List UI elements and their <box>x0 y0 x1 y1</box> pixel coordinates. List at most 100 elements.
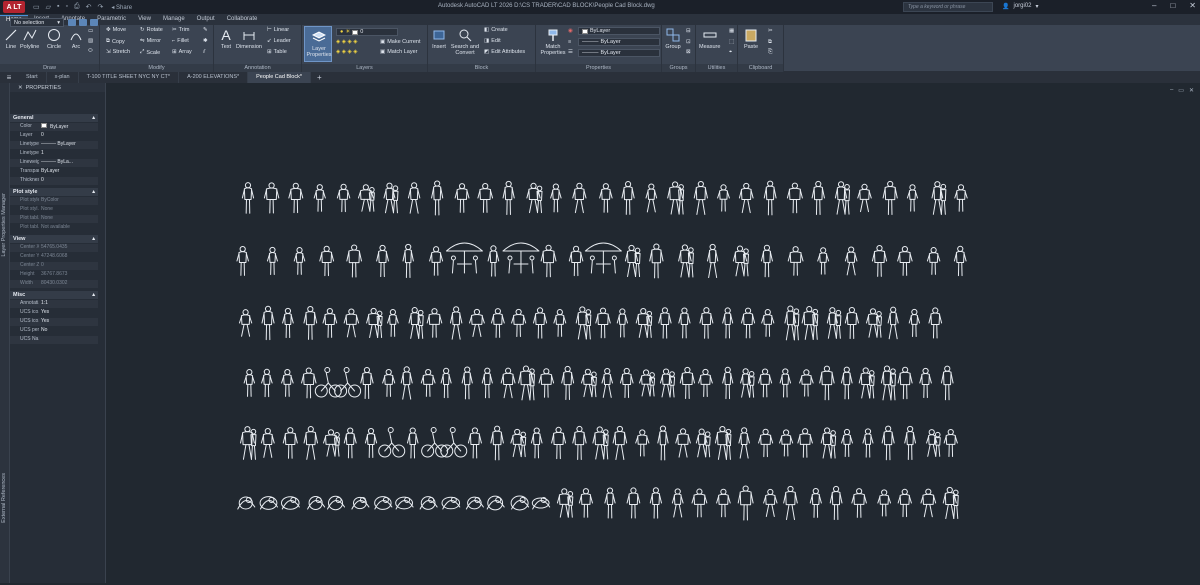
property-row[interactable]: Linetype...1 <box>10 150 98 158</box>
person-block[interactable] <box>240 426 257 460</box>
tab-view[interactable]: View <box>132 15 157 25</box>
fillet-button[interactable]: ⌐ Fillet <box>172 38 189 44</box>
person-block[interactable] <box>758 428 774 458</box>
person-block[interactable] <box>592 426 609 460</box>
table-button[interactable]: ⊞ Table <box>267 49 287 55</box>
person-block[interactable] <box>382 368 396 397</box>
scale-button[interactable]: ⤢ Scale <box>140 49 160 56</box>
person-block[interactable] <box>801 306 819 340</box>
close-icon[interactable]: ✕ <box>1189 87 1194 94</box>
select-all-icon[interactable]: ⬚ <box>729 39 734 45</box>
person-block[interactable] <box>760 244 773 278</box>
edit-block-button[interactable]: ◨ Edit <box>484 38 501 44</box>
property-row[interactable]: Plot styl...None <box>10 206 98 214</box>
person-block[interactable] <box>844 246 858 276</box>
person-block[interactable] <box>572 425 587 460</box>
person-block[interactable] <box>841 428 853 457</box>
person-block[interactable] <box>584 242 622 274</box>
create-block-button[interactable]: ◧ Create <box>484 27 508 33</box>
person-block[interactable] <box>758 368 773 398</box>
line-button[interactable]: Line <box>3 27 19 50</box>
person-block[interactable] <box>487 245 500 277</box>
match-properties-button[interactable]: Match Properties <box>540 27 566 56</box>
person-block[interactable] <box>288 182 304 214</box>
person-block[interactable] <box>578 488 593 518</box>
explode-icon[interactable]: ✱ <box>203 38 208 44</box>
maximize-icon[interactable]: □ <box>1170 1 1175 10</box>
match-layer-button[interactable]: ▣ Match Layer <box>380 49 417 55</box>
person-block[interactable] <box>649 487 662 519</box>
person-block[interactable] <box>502 180 515 216</box>
person-block[interactable] <box>840 366 853 400</box>
redo-icon[interactable]: ↷ <box>97 3 103 11</box>
section-view[interactable]: View ▴ <box>10 235 98 243</box>
new-icon[interactable]: ▭ <box>33 3 40 11</box>
person-block[interactable] <box>826 307 842 339</box>
person-block[interactable] <box>374 496 393 510</box>
person-block[interactable] <box>266 246 278 276</box>
person-block[interactable] <box>313 184 326 212</box>
circle-button[interactable]: Circle <box>46 27 62 50</box>
property-row[interactable]: Annotati...1:1 <box>10 300 98 308</box>
person-block[interactable] <box>454 183 470 213</box>
person-block[interactable] <box>303 426 318 460</box>
block-panel-title[interactable]: Block <box>428 64 535 72</box>
layer-dropdown[interactable]: ● ☀ 0 <box>336 28 398 36</box>
cut-icon[interactable]: ✂ <box>768 28 773 34</box>
property-row[interactable]: Center Y 47248.6068 <box>10 253 98 261</box>
person-block[interactable] <box>261 368 273 398</box>
layer-manager-strip-label[interactable]: Layer Properties Manager <box>1 193 7 257</box>
person-block[interactable] <box>421 427 449 458</box>
person-block[interactable] <box>928 307 943 339</box>
person-block[interactable] <box>940 365 954 401</box>
person-block[interactable] <box>659 368 676 398</box>
polyline-button[interactable]: Polyline <box>20 27 39 50</box>
person-block[interactable] <box>241 182 255 214</box>
ellipse-icon[interactable]: ⬭ <box>88 48 93 55</box>
calculator-icon[interactable]: ▦ <box>729 28 734 34</box>
person-block[interactable] <box>490 425 504 461</box>
person-block[interactable] <box>904 425 916 460</box>
hatch-icon[interactable]: ▨ <box>88 38 93 44</box>
property-row[interactable]: UCS ico...Yes <box>10 309 98 317</box>
close-icon[interactable]: ✕ <box>18 85 23 91</box>
section-general[interactable]: General ▴ <box>10 114 98 122</box>
person-block[interactable] <box>307 495 326 511</box>
person-block[interactable] <box>510 428 527 458</box>
person-block[interactable] <box>327 495 346 511</box>
copy-base-icon[interactable]: ⎘ <box>768 49 772 56</box>
property-row[interactable]: Transpar...ByLayer <box>10 168 98 176</box>
leader-button[interactable]: ↙ Leader <box>267 38 291 44</box>
save-icon[interactable]: ▪ <box>57 3 59 11</box>
property-row[interactable]: Lineweig...——— ByLa... <box>10 159 98 167</box>
minimize-icon[interactable]: – <box>1170 87 1173 94</box>
person-block[interactable] <box>619 367 634 399</box>
person-block[interactable] <box>738 182 754 214</box>
person-block[interactable] <box>440 427 468 458</box>
property-row[interactable]: Plot tabl...None <box>10 215 98 223</box>
person-block[interactable] <box>429 246 444 276</box>
linear-button[interactable]: ⊢ Linear <box>267 27 289 33</box>
person-block[interactable] <box>612 425 628 460</box>
person-block[interactable] <box>953 245 967 277</box>
group-edit-icon[interactable]: ⊡ <box>686 39 691 45</box>
person-block[interactable] <box>601 368 613 398</box>
person-block[interactable] <box>259 496 278 510</box>
layers-panel-title[interactable]: Layers <box>302 64 427 72</box>
person-block[interactable] <box>343 427 357 459</box>
person-block[interactable] <box>441 496 461 510</box>
person-block[interactable] <box>282 307 294 339</box>
person-block[interactable] <box>343 308 360 338</box>
rotate-button[interactable]: ↻ Rotate <box>140 27 163 33</box>
person-block[interactable] <box>500 367 516 399</box>
property-row[interactable]: Layer 0 <box>10 132 98 140</box>
external-references-strip-label[interactable]: External References <box>1 473 7 523</box>
person-block[interactable] <box>820 427 837 459</box>
text-button[interactable]: A Text <box>218 27 234 50</box>
person-block[interactable] <box>786 182 803 214</box>
toggle-pickadd-icon[interactable] <box>68 19 76 26</box>
person-block[interactable] <box>293 247 306 275</box>
person-block[interactable] <box>858 367 875 399</box>
property-row[interactable]: Plot style ByColor <box>10 197 98 205</box>
person-block[interactable] <box>481 367 493 399</box>
